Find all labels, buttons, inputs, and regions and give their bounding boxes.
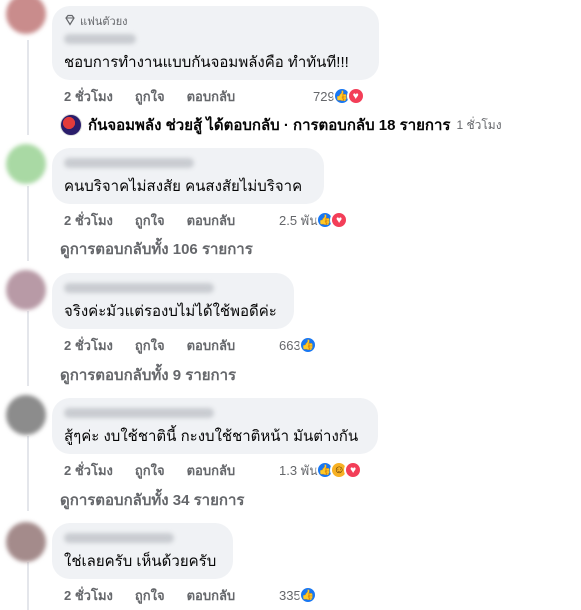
commenter-name[interactable] bbox=[64, 158, 194, 168]
commenter-name[interactable] bbox=[64, 533, 174, 543]
comment-text: ชอบการทำงานแบบกันจอมพลังคือ ทำทันที!!! bbox=[64, 54, 349, 71]
view-replies-link[interactable]: ดูการตอบกลับทั้ง 34 รายการ bbox=[60, 491, 244, 511]
thread-line bbox=[27, 186, 29, 261]
comment-bubble: คนบริจาคไม่สงสัย คนสงสัยไม่บริจาค bbox=[52, 148, 324, 204]
comment-actions: 2 ชั่วโมง ถูกใจ ตอบกลับ bbox=[64, 86, 235, 106]
comment-text: ใช่เลยครับ เห็นด้วยครับ bbox=[64, 553, 217, 570]
comment-bubble: จริงค่ะมัวแต่รองบไม่ได้ใช้พอดีค่ะ bbox=[52, 273, 294, 329]
like-button[interactable]: ถูกใจ bbox=[135, 86, 165, 107]
comment-timestamp[interactable]: 2 ชั่วโมง bbox=[64, 86, 113, 107]
thread-line bbox=[27, 40, 29, 135]
avatar[interactable] bbox=[6, 522, 46, 562]
thread-line bbox=[27, 436, 29, 511]
like-button[interactable]: ถูกใจ bbox=[135, 210, 165, 231]
comment-text: สู้ๆค่ะ งบใช้ชาตินี้ กะงบใช้ชาติหน้า มัน… bbox=[64, 428, 359, 445]
comment-timestamp[interactable]: 2 ชั่วโมง bbox=[64, 585, 113, 606]
love-icon: ♥ bbox=[344, 461, 363, 479]
comment-actions: 2 ชั่วโมง ถูกใจ ตอบกลับ bbox=[64, 460, 235, 480]
reply-button[interactable]: ตอบกลับ bbox=[187, 86, 236, 107]
reply-button[interactable]: ตอบกลับ bbox=[187, 585, 236, 606]
thread-line bbox=[27, 562, 29, 610]
reaction-count: 663 bbox=[279, 337, 301, 353]
comment-timestamp[interactable]: 2 ชั่วโมง bbox=[64, 210, 113, 231]
thread-line bbox=[27, 311, 29, 386]
like-button[interactable]: ถูกใจ bbox=[135, 460, 165, 481]
reply-button[interactable]: ตอบกลับ bbox=[187, 335, 236, 356]
fan-badge-label: แฟนตัวยง bbox=[80, 16, 128, 28]
avatar[interactable] bbox=[6, 144, 46, 184]
reply-button[interactable]: ตอบกลับ bbox=[187, 210, 236, 231]
comment-timestamp[interactable]: 2 ชั่วโมง bbox=[64, 335, 113, 356]
view-replies-link[interactable]: ดูการตอบกลับทั้ง 106 รายการ bbox=[60, 240, 253, 260]
comment-actions: 2 ชั่วโมง ถูกใจ ตอบกลับ bbox=[64, 585, 235, 605]
comment-bubble: แฟนตัวยง ชอบการทำงานแบบกันจอมพลังคือ ทำท… bbox=[52, 6, 379, 80]
diamond-icon bbox=[64, 14, 76, 29]
reaction-count: 2.5 พัน bbox=[279, 212, 319, 228]
reaction-summary[interactable]: 1.3 พัน 👍 ☺ ♥ bbox=[279, 459, 363, 481]
reaction-summary[interactable]: 663 👍 bbox=[279, 334, 317, 356]
reaction-summary[interactable]: 2.5 พัน 👍 ♥ bbox=[279, 209, 349, 231]
comment-actions: 2 ชั่วโมง ถูกใจ ตอบกลับ bbox=[64, 335, 235, 355]
comment-text: จริงค่ะมัวแต่รองบไม่ได้ใช้พอดีค่ะ bbox=[64, 303, 277, 320]
reaction-summary[interactable]: 335 👍 bbox=[279, 584, 317, 606]
comment-text: คนบริจาคไม่สงสัย คนสงสัยไม่บริจาค bbox=[64, 178, 303, 195]
like-button[interactable]: ถูกใจ bbox=[135, 335, 165, 356]
reply-summary-text: กันจอมพลัง ช่วยสู้ ได้ตอบกลับ · การตอบกล… bbox=[88, 117, 451, 134]
reaction-count: 335 bbox=[279, 587, 301, 603]
reply-button[interactable]: ตอบกลับ bbox=[187, 460, 236, 481]
like-icon: 👍 bbox=[298, 336, 317, 354]
like-button[interactable]: ถูกใจ bbox=[135, 585, 165, 606]
comment-actions: 2 ชั่วโมง ถูกใจ ตอบกลับ bbox=[64, 210, 235, 230]
fan-badge: แฟนตัวยง bbox=[64, 14, 367, 28]
love-icon: ♥ bbox=[330, 211, 349, 229]
avatar[interactable] bbox=[6, 0, 46, 34]
commenter-name[interactable] bbox=[64, 408, 214, 418]
commenter-name[interactable] bbox=[64, 283, 214, 293]
reaction-count: 729 bbox=[313, 88, 335, 104]
like-icon: 👍 bbox=[298, 586, 317, 604]
reaction-count: 1.3 พัน bbox=[279, 462, 319, 478]
love-icon: ♥ bbox=[346, 87, 365, 105]
reply-summary-time: 1 ชั่วโมง bbox=[456, 117, 502, 132]
avatar[interactable] bbox=[6, 270, 46, 310]
page-avatar bbox=[60, 114, 82, 136]
view-replies-link[interactable]: ดูการตอบกลับทั้ง 9 รายการ bbox=[60, 366, 236, 386]
comment-bubble: สู้ๆค่ะ งบใช้ชาตินี้ กะงบใช้ชาติหน้า มัน… bbox=[52, 398, 378, 454]
reaction-summary[interactable]: 729 👍 ♥ bbox=[313, 85, 365, 107]
commenter-name[interactable] bbox=[64, 34, 136, 44]
comment-timestamp[interactable]: 2 ชั่วโมง bbox=[64, 460, 113, 481]
comment-bubble: ใช่เลยครับ เห็นด้วยครับ bbox=[52, 523, 233, 579]
reply-summary[interactable]: กันจอมพลัง ช่วยสู้ ได้ตอบกลับ · การตอบกล… bbox=[60, 114, 502, 136]
avatar[interactable] bbox=[6, 395, 46, 435]
